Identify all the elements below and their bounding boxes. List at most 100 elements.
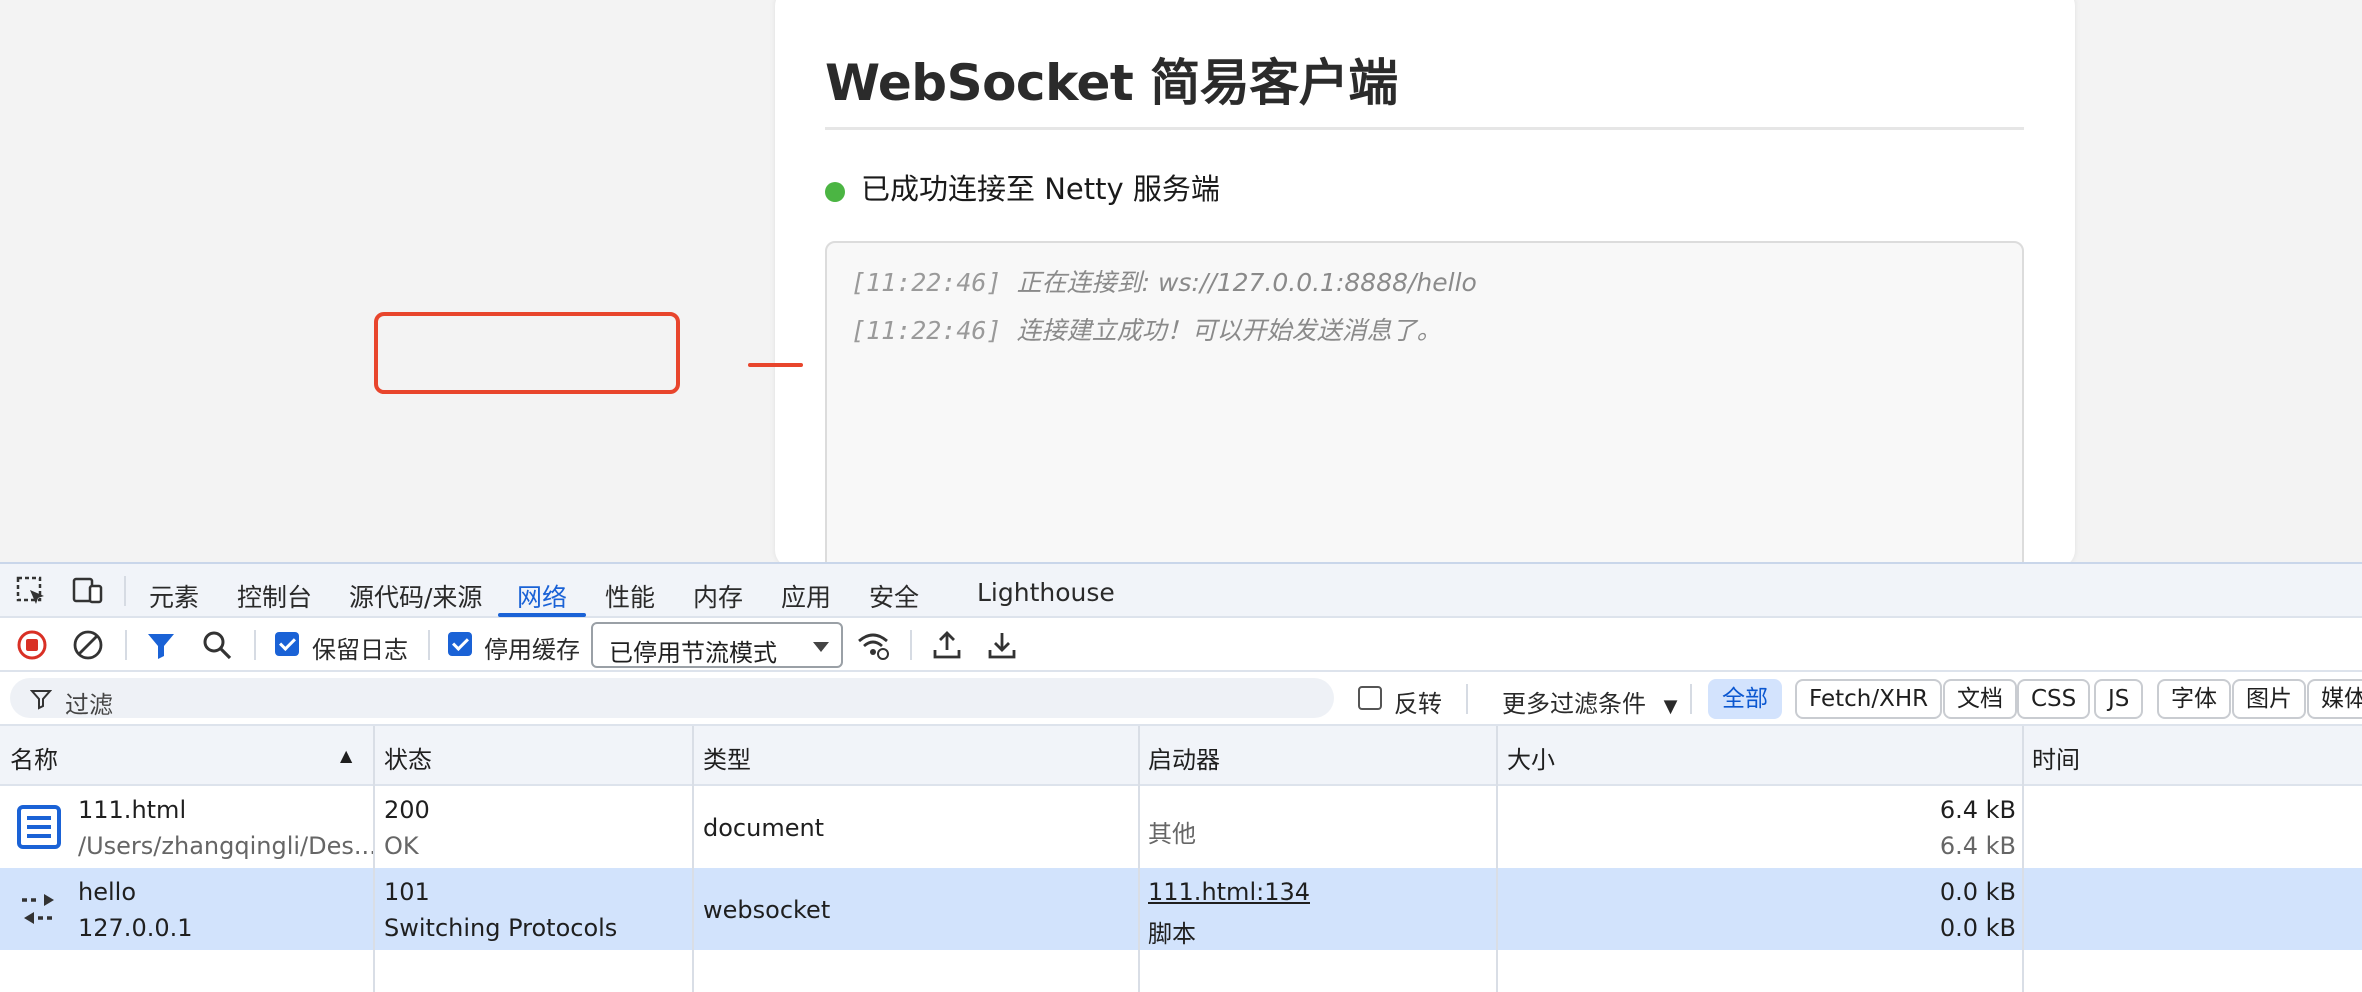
annotation-underline	[748, 363, 803, 367]
tab-elements[interactable]: 元素	[149, 578, 199, 614]
chevron-down-icon	[813, 642, 829, 652]
chip-js[interactable]: JS	[2094, 679, 2144, 719]
disable-cache-checkbox[interactable]	[448, 632, 472, 656]
column-divider[interactable]	[2022, 726, 2024, 992]
log-line: [11:22:46] 连接建立成功！可以开始发送消息了。	[851, 311, 1442, 347]
document-icon	[16, 804, 62, 855]
request-path: /Users/zhangqingli/Des...	[78, 832, 377, 860]
size-resource: 6.4 kB	[1939, 832, 2016, 860]
filter-placeholder: 过滤	[65, 691, 113, 719]
log-message: 正在连接到: ws://127.0.0.1:8888/hello	[1016, 268, 1477, 297]
tab-security[interactable]: 安全	[869, 578, 919, 614]
connection-status-text: 已成功连接至 Netty 服务端	[861, 172, 1220, 206]
tab-application[interactable]: 应用	[781, 578, 831, 614]
toolbar-divider	[1690, 684, 1692, 714]
connection-status-dot	[825, 182, 845, 202]
chip-font[interactable]: 字体	[2157, 679, 2231, 719]
column-divider[interactable]	[1496, 726, 1498, 992]
column-divider[interactable]	[692, 726, 694, 992]
col-status-header[interactable]: 状态	[384, 740, 432, 775]
log-timestamp: [11:22:46]	[851, 268, 1002, 297]
chip-media[interactable]: 媒体	[2307, 679, 2362, 719]
more-filters-button[interactable]: 更多过滤条件 ▼	[1502, 684, 1677, 719]
log-message: 连接建立成功！可以开始发送消息了。	[1016, 316, 1442, 345]
throttling-select[interactable]: 已停用节流模式	[591, 622, 843, 668]
invert-checkbox[interactable]	[1358, 686, 1382, 710]
sort-ascending-icon: ▲	[340, 746, 353, 765]
initiator-type: 脚本	[1148, 920, 1196, 948]
table-row[interactable]: 111.html /Users/zhangqingli/Des... 200 O…	[0, 786, 2362, 868]
preserve-log-checkbox[interactable]	[275, 632, 299, 656]
chevron-down-icon: ▼	[1663, 696, 1678, 717]
export-har-icon[interactable]	[985, 628, 1019, 662]
col-size-header[interactable]: 大小	[1507, 740, 1555, 775]
tab-memory[interactable]: 内存	[693, 578, 743, 614]
disable-cache-label[interactable]: 停用缓存	[484, 630, 580, 665]
websocket-icon	[16, 886, 62, 937]
inspect-element-icon[interactable]	[14, 574, 48, 608]
toolbar-divider	[910, 630, 912, 660]
chip-doc[interactable]: 文档	[1943, 679, 2017, 719]
title-divider	[825, 127, 2024, 130]
filter-input[interactable]: 过滤	[10, 678, 1334, 719]
toolbar-divider	[254, 630, 256, 660]
filter-icon	[30, 690, 52, 710]
chip-img[interactable]: 图片	[2232, 679, 2306, 719]
log-timestamp: [11:22:46]	[851, 316, 1002, 345]
tab-network[interactable]: 网络	[517, 578, 567, 614]
toolbar-divider	[124, 576, 126, 606]
status-code: 200	[384, 796, 430, 824]
column-divider[interactable]	[1138, 726, 1140, 992]
status-text: Switching Protocols	[384, 914, 618, 942]
table-row-selected[interactable]: hello 127.0.0.1 101 Switching Protocols …	[0, 868, 2362, 950]
devtools-tabbar: 元素 控制台 源代码/来源 网络 性能 内存 应用 安全 Lighthouse	[0, 564, 2362, 618]
log-line: [11:22:46] 正在连接到: ws://127.0.0.1:8888/he…	[851, 263, 1477, 299]
chip-all[interactable]: 全部	[1708, 679, 1782, 719]
import-har-icon[interactable]	[930, 628, 964, 662]
invert-label[interactable]: 反转	[1394, 684, 1442, 719]
devtools-panel: 元素 控制台 源代码/来源 网络 性能 内存 应用 安全 Lighthouse …	[0, 562, 2362, 992]
column-divider[interactable]	[373, 726, 375, 992]
col-type-header[interactable]: 类型	[703, 740, 751, 775]
col-time-header[interactable]: 时间	[2032, 740, 2080, 775]
tab-performance[interactable]: 性能	[605, 578, 655, 614]
size-transferred: 0.0 kB	[1939, 878, 2016, 906]
table-header: 名称 ▲ 状态 类型 启动器 大小 时间	[0, 726, 2362, 786]
annotation-highlight-box	[374, 312, 680, 394]
request-name: hello	[78, 878, 136, 906]
chip-css[interactable]: CSS	[2017, 679, 2091, 719]
clear-icon[interactable]	[71, 628, 105, 662]
initiator-link[interactable]: 111.html:134	[1148, 878, 1310, 906]
tab-sources[interactable]: 源代码/来源	[349, 578, 482, 614]
size-resource: 0.0 kB	[1939, 914, 2016, 942]
tab-console[interactable]: 控制台	[237, 578, 312, 614]
record-stop-icon[interactable]	[15, 628, 49, 662]
page-card: WebSocket 简易客户端 已成功连接至 Netty 服务端 [11:22:…	[775, 0, 2075, 581]
active-tab-indicator	[498, 613, 586, 617]
toolbar-divider	[125, 630, 127, 660]
filter-funnel-icon[interactable]	[144, 628, 178, 662]
network-filterbar: 过滤 反转 更多过滤条件 ▼ 全部 Fetch/XHR 文档 CSS JS 字体…	[0, 672, 2362, 726]
more-filters-label: 更多过滤条件	[1502, 690, 1646, 718]
message-log: [11:22:46] 正在连接到: ws://127.0.0.1:8888/he…	[825, 241, 2024, 581]
col-name-header[interactable]: 名称	[10, 740, 58, 775]
request-type: document	[703, 814, 825, 842]
toolbar-divider	[428, 630, 430, 660]
initiator: 其他	[1148, 820, 1196, 848]
size-transferred: 6.4 kB	[1939, 796, 2016, 824]
network-conditions-icon[interactable]	[856, 628, 890, 662]
toolbar-divider	[1466, 684, 1468, 714]
chip-fetch-xhr[interactable]: Fetch/XHR	[1795, 679, 1943, 719]
preserve-log-label[interactable]: 保留日志	[312, 630, 408, 665]
throttling-value: 已停用节流模式	[609, 639, 777, 667]
tab-lighthouse[interactable]: Lighthouse	[977, 578, 1115, 607]
request-path: 127.0.0.1	[78, 914, 193, 942]
col-initiator-header[interactable]: 启动器	[1148, 740, 1220, 775]
status-code: 101	[384, 878, 430, 906]
search-icon[interactable]	[200, 628, 234, 662]
page-title: WebSocket 简易客户端	[825, 54, 1398, 112]
status-text: OK	[384, 832, 419, 860]
request-name: 111.html	[78, 796, 187, 824]
network-toolbar: 保留日志 停用缓存 已停用节流模式	[0, 618, 2362, 672]
device-toolbar-icon[interactable]	[70, 574, 104, 608]
